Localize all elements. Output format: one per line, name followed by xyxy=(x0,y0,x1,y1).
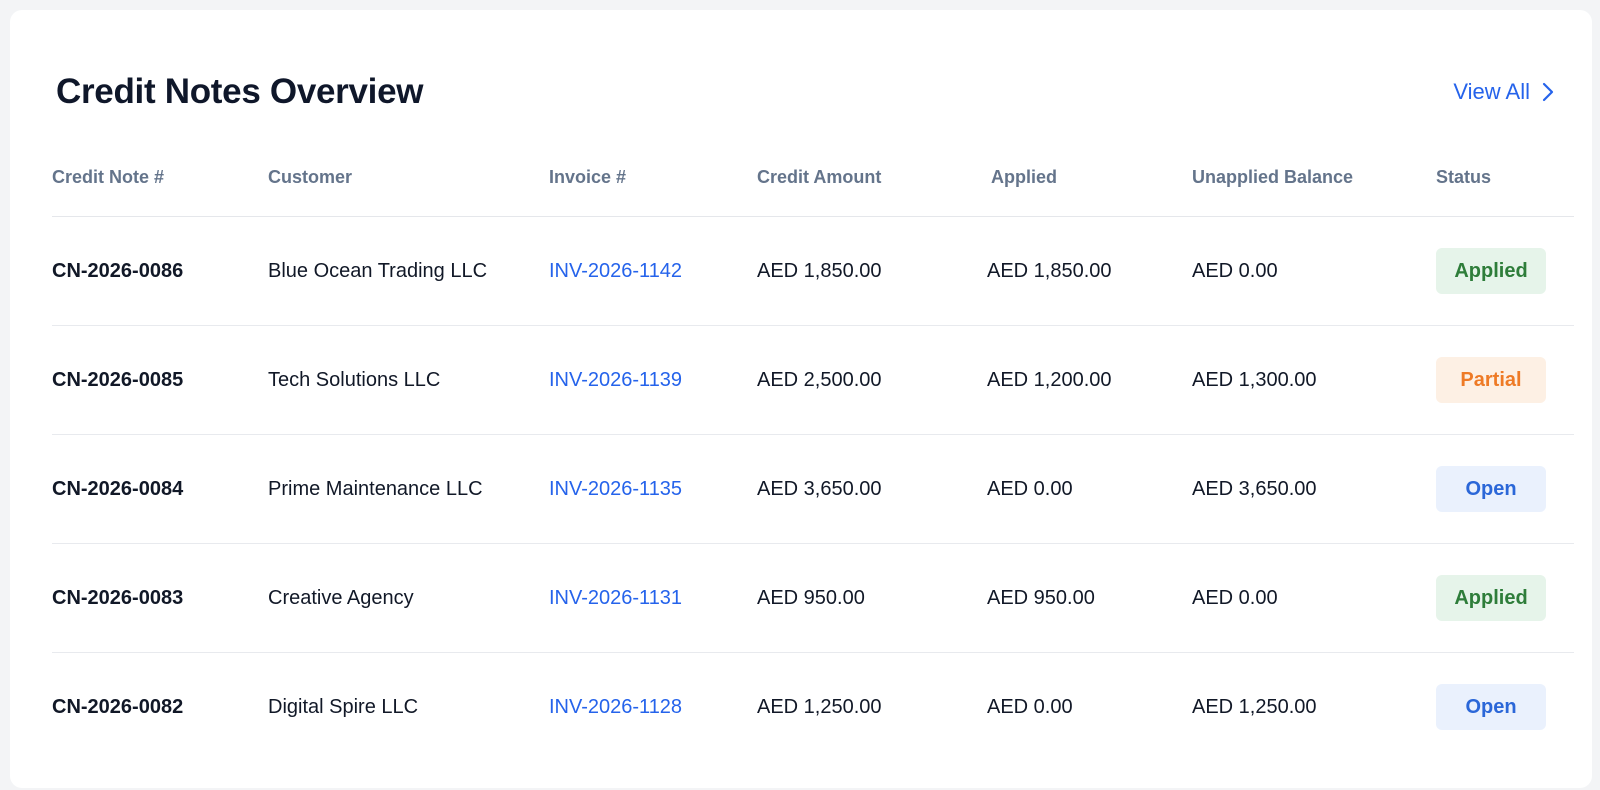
column-header-status[interactable]: Status xyxy=(1436,138,1574,217)
column-header-unapplied-balance[interactable]: Unapplied Balance xyxy=(1192,138,1436,217)
unapplied-balance: AED 0.00 xyxy=(1192,543,1436,653)
applied-amount: AED 950.00 xyxy=(987,543,1192,653)
credit-note-number: CN-2026-0086 xyxy=(52,216,268,326)
column-header-credit-note[interactable]: Credit Note # xyxy=(52,138,268,217)
table-row[interactable]: CN-2026-0084 Prime Maintenance LLC INV-2… xyxy=(52,434,1574,544)
customer-name: Creative Agency xyxy=(268,543,549,653)
invoice-link[interactable]: INV-2026-1142 xyxy=(549,260,682,282)
invoice-link[interactable]: INV-2026-1139 xyxy=(549,369,682,391)
customer-name: Blue Ocean Trading LLC xyxy=(268,216,549,326)
table-row[interactable]: CN-2026-0085 Tech Solutions LLC INV-2026… xyxy=(52,325,1574,435)
status-badge: Applied xyxy=(1436,575,1546,621)
credit-amount: AED 3,650.00 xyxy=(757,434,987,544)
invoice-link[interactable]: INV-2026-1128 xyxy=(549,696,682,718)
view-all-link[interactable]: View All xyxy=(1453,79,1554,105)
credit-amount: AED 2,500.00 xyxy=(757,325,987,435)
unapplied-balance: AED 1,250.00 xyxy=(1192,695,1317,718)
customer-name: Tech Solutions LLC xyxy=(268,325,549,435)
credit-note-number: CN-2026-0084 xyxy=(52,434,268,544)
credit-notes-card: Credit Notes Overview View All Credit No… xyxy=(10,10,1592,788)
status-badge: Applied xyxy=(1436,248,1546,294)
applied-amount: AED 1,200.00 xyxy=(987,325,1192,435)
unapplied-balance: AED 1,300.00 xyxy=(1192,325,1436,435)
column-header-applied[interactable]: Applied xyxy=(987,138,1192,217)
view-all-label: View All xyxy=(1453,79,1530,104)
credit-notes-table: Credit Note # Customer Invoice # Credit … xyxy=(52,138,1574,761)
credit-note-number: CN-2026-0083 xyxy=(52,543,268,653)
table-row[interactable]: CN-2026-0082 Digital Spire LLC INV-2026-… xyxy=(52,653,1574,762)
unapplied-balance: AED 0.00 xyxy=(1192,216,1436,326)
table-header-row: Credit Note # Customer Invoice # Credit … xyxy=(52,138,1574,217)
applied-amount: AED 0.00 xyxy=(987,695,1073,718)
chevron-right-icon xyxy=(1542,82,1554,102)
column-header-invoice[interactable]: Invoice # xyxy=(549,138,757,217)
column-header-credit-amount[interactable]: Credit Amount xyxy=(757,138,987,217)
table-row[interactable]: CN-2026-0083 Creative Agency INV-2026-11… xyxy=(52,543,1574,653)
column-header-customer[interactable]: Customer xyxy=(268,138,549,217)
credit-amount: AED 950.00 xyxy=(757,543,987,653)
customer-name: Prime Maintenance LLC xyxy=(268,434,549,544)
status-badge: Open xyxy=(1436,466,1546,512)
status-badge: Partial xyxy=(1436,357,1546,403)
page-title: Credit Notes Overview xyxy=(56,72,424,111)
invoice-link[interactable]: INV-2026-1131 xyxy=(549,587,682,609)
status-badge: Open xyxy=(1436,684,1546,730)
credit-note-number: CN-2026-0085 xyxy=(52,325,268,435)
invoice-link[interactable]: INV-2026-1135 xyxy=(549,478,682,500)
credit-note-number: CN-2026-0082 xyxy=(52,695,184,718)
credit-amount: AED 1,850.00 xyxy=(757,216,987,326)
applied-amount: AED 1,850.00 xyxy=(987,216,1192,326)
unapplied-balance: AED 3,650.00 xyxy=(1192,434,1436,544)
card-header: Credit Notes Overview View All xyxy=(56,62,1554,122)
applied-amount: AED 0.00 xyxy=(987,434,1192,544)
table-row[interactable]: CN-2026-0086 Blue Ocean Trading LLC INV-… xyxy=(52,216,1574,326)
credit-amount: AED 1,250.00 xyxy=(757,695,882,718)
customer-name: Digital Spire LLC xyxy=(268,695,419,718)
